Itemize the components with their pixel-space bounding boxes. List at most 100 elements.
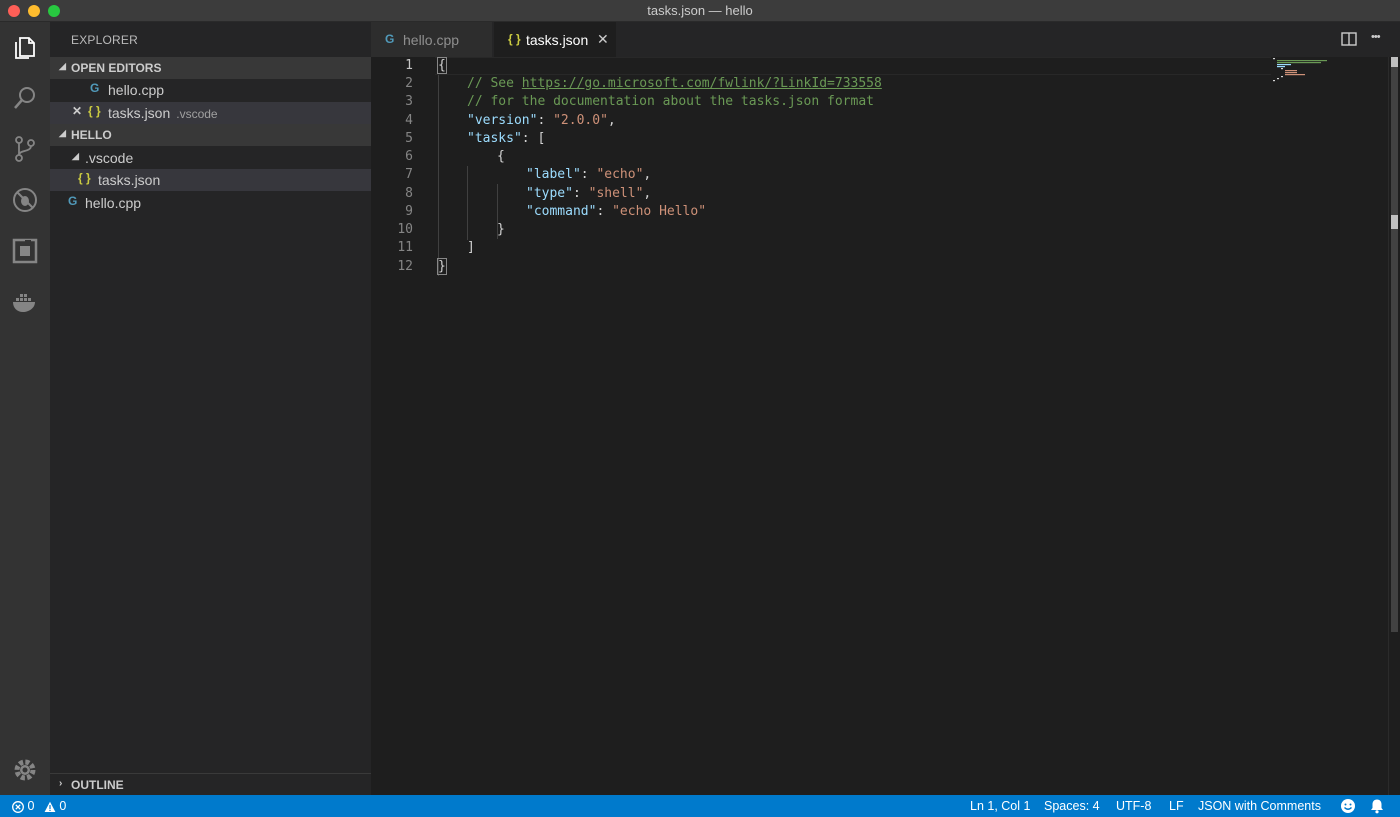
code-token: :: [537, 113, 554, 128]
code-token: ]: [467, 240, 475, 255]
scrollbar-selection-marker: [1391, 215, 1398, 229]
code-line: "label": "echo",: [526, 167, 651, 182]
code-token: ,: [607, 113, 616, 128]
code-line: ]: [467, 240, 475, 255]
code-token: : [: [521, 131, 546, 146]
json-string: "echo Hello": [612, 204, 707, 219]
code-line: }: [437, 258, 447, 275]
line-number: 1: [405, 58, 413, 73]
code-token: ,: [643, 167, 652, 182]
search-icon[interactable]: [9, 82, 41, 114]
more-actions-icon[interactable]: •••: [1371, 31, 1381, 43]
scrollbar-cursor-marker: [1391, 57, 1398, 67]
json-key: "label": [526, 167, 581, 182]
indent-guide: [467, 166, 468, 240]
chevron-down-icon: ◢: [72, 151, 79, 161]
indent-guide: [438, 75, 439, 276]
scrollbar-thumb[interactable]: [1391, 57, 1398, 632]
problems-indicator[interactable]: 0 0: [12, 799, 66, 813]
explorer-icon[interactable]: [9, 32, 41, 64]
workspace-header[interactable]: ◢ HELLO: [50, 124, 371, 146]
tree-folder-vscode[interactable]: ◢ .vscode: [50, 147, 371, 169]
docker-icon[interactable]: [9, 286, 41, 318]
notifications-bell-icon[interactable]: [1370, 798, 1384, 817]
file-label: tasks.json: [98, 172, 161, 188]
debug-icon[interactable]: [9, 184, 41, 216]
line-number: 12: [397, 259, 413, 274]
tab-hello-cpp[interactable]: G hello.cpp: [371, 22, 492, 57]
window-title: tasks.json — hello: [647, 3, 753, 18]
code-line: "command": "echo Hello": [526, 204, 706, 219]
split-editor-icon[interactable]: [1341, 32, 1357, 49]
open-editor-description: .vscode: [176, 107, 218, 121]
json-file-icon: { }: [88, 104, 101, 118]
warning-icon: [44, 801, 56, 812]
code-line: }: [497, 222, 505, 237]
close-icon[interactable]: ✕: [72, 104, 82, 118]
code-line: "version": "2.0.0",: [467, 113, 616, 128]
chevron-right-icon: ›: [59, 778, 63, 789]
explorer-sidebar: EXPLORER ◢ OPEN EDITORS G hello.cpp ✕ { …: [50, 22, 371, 795]
line-number: 5: [405, 131, 413, 146]
code-line: {: [437, 57, 447, 74]
chevron-down-icon: ◢: [59, 128, 66, 138]
encoding-setting[interactable]: UTF-8: [1116, 799, 1151, 813]
code-line: "type": "shell",: [526, 186, 651, 201]
code-token: ,: [643, 186, 652, 201]
tab-label: tasks.json: [526, 32, 589, 48]
close-icon[interactable]: ✕: [597, 31, 609, 48]
line-number: 6: [405, 149, 413, 164]
file-label: hello.cpp: [85, 195, 142, 211]
open-editors-header[interactable]: ◢ OPEN EDITORS: [50, 57, 371, 79]
code-link[interactable]: https://go.microsoft.com/fwlink/?LinkId=…: [522, 76, 882, 91]
eol-setting[interactable]: LF: [1169, 799, 1184, 813]
line-number: 8: [405, 186, 413, 201]
json-file-icon: { }: [508, 32, 521, 46]
code-comment: // See: [467, 76, 522, 91]
cursor-position[interactable]: Ln 1, Col 1: [970, 799, 1030, 813]
json-key: "tasks": [467, 131, 522, 146]
extensions-icon[interactable]: [9, 235, 41, 267]
line-number: 3: [405, 94, 413, 109]
cpp-file-icon: G: [90, 81, 100, 95]
tree-file-hello-cpp[interactable]: G hello.cpp: [50, 192, 371, 214]
vertical-scrollbar[interactable]: [1388, 57, 1400, 795]
gear-icon[interactable]: [9, 754, 41, 786]
minimap[interactable]: [1271, 57, 1351, 87]
error-count: 0: [27, 799, 35, 813]
code-token: }: [437, 258, 447, 275]
title-bar: tasks.json — hello: [0, 0, 1400, 22]
open-editor-label: hello.cpp: [108, 82, 165, 98]
cpp-file-icon: G: [68, 194, 78, 208]
code-line: // for the documentation about the tasks…: [467, 94, 874, 109]
json-file-icon: { }: [78, 171, 91, 185]
json-string: "echo": [596, 167, 644, 182]
status-bar: 0 0 Ln 1, Col 1 Spaces: 4 UTF-8 LF JSON …: [0, 795, 1400, 817]
folder-label: .vscode: [85, 150, 134, 166]
open-editor-item[interactable]: G hello.cpp: [50, 79, 371, 101]
chevron-down-icon: ◢: [59, 61, 66, 71]
feedback-icon[interactable]: [1340, 798, 1356, 817]
current-line-highlight: [435, 57, 1271, 75]
cpp-file-icon: G: [385, 32, 395, 46]
code-line: "tasks": [: [467, 131, 545, 146]
source-control-icon[interactable]: [9, 133, 41, 165]
tree-file-tasks-json[interactable]: { } tasks.json: [50, 169, 371, 191]
activity-bar: [0, 22, 50, 795]
sidebar-title: EXPLORER: [71, 33, 138, 47]
code-token: {: [437, 57, 447, 74]
language-mode[interactable]: JSON with Comments: [1198, 799, 1321, 813]
tab-tasks-json[interactable]: { } tasks.json ✕: [494, 22, 616, 57]
json-key: "command": [526, 204, 597, 219]
error-icon: [12, 800, 24, 813]
json-key: "version": [467, 113, 538, 128]
code-editor[interactable]: 1 2 3 4 5 6 7 8 9 10 11 12 { // See http…: [371, 57, 1400, 795]
open-editor-label: tasks.json: [108, 105, 171, 121]
line-number: 11: [397, 240, 413, 255]
outline-header[interactable]: › OUTLINE: [50, 773, 371, 795]
json-key: "type": [526, 186, 573, 201]
line-number: 2: [405, 76, 413, 91]
indentation-setting[interactable]: Spaces: 4: [1044, 799, 1100, 813]
open-editor-item[interactable]: ✕ { } tasks.json .vscode: [50, 102, 371, 124]
code-token: :: [580, 167, 597, 182]
